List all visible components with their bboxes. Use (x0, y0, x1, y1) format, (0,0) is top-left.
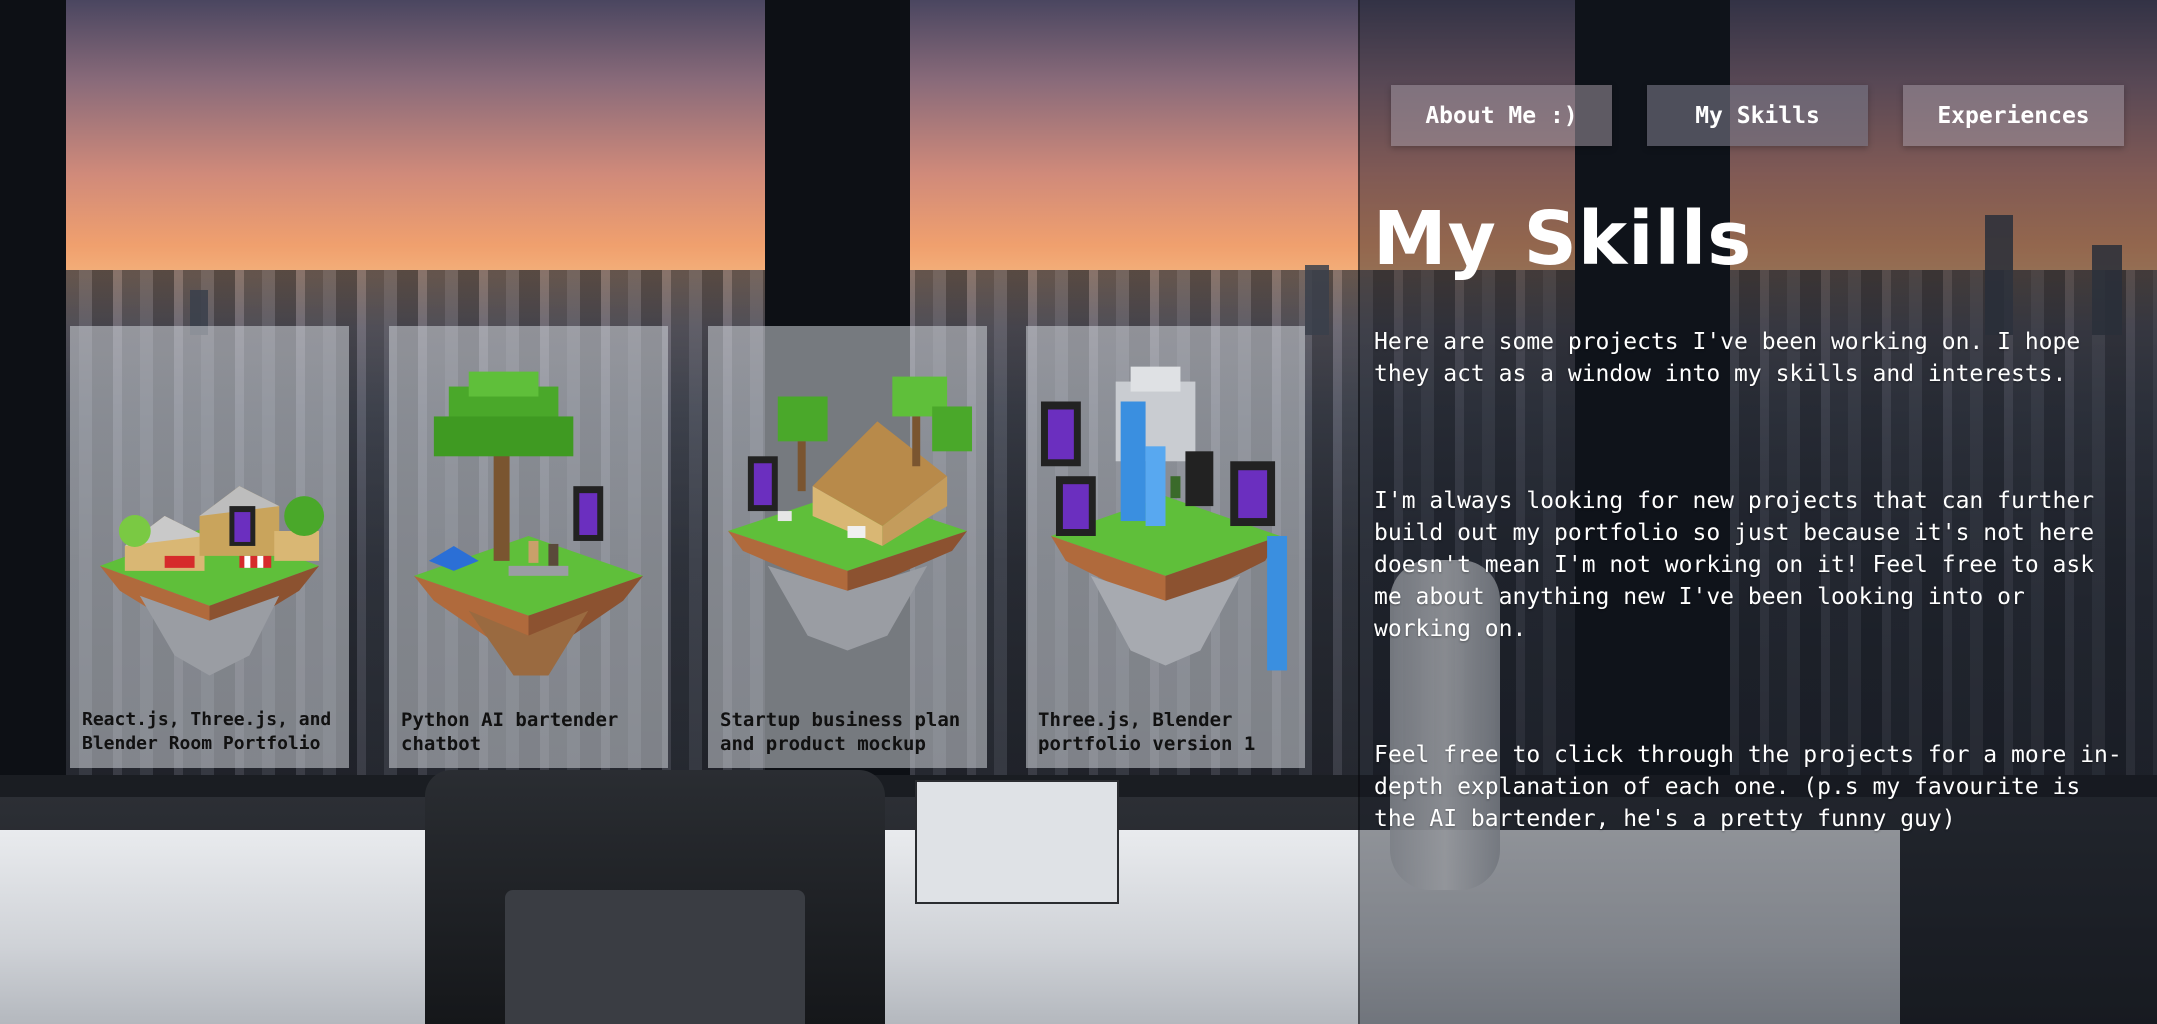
page-title: My Skills (1373, 196, 1753, 282)
click-hint-paragraph: Feel free to click through the projects … (1374, 742, 2122, 832)
project-caption: Startup business plan and product mockup (720, 709, 961, 755)
project-caption: Three.js, Blender portfolio version 1 (1038, 709, 1256, 755)
voxel-tree-island-image (399, 366, 658, 696)
office-chair-seat (505, 890, 805, 1024)
project-card-ai-bartender[interactable]: Python AI bartender chatbot (389, 326, 668, 768)
nav-experiences-button[interactable]: Experiences (1903, 85, 2124, 146)
project-caption: Python AI bartender chatbot (401, 709, 619, 755)
project-card-portfolio-v1[interactable]: Three.js, Blender portfolio version 1 (1026, 326, 1305, 768)
nav-about-button[interactable]: About Me :) (1391, 85, 1612, 146)
nav-skills-button[interactable]: My Skills (1647, 85, 1868, 146)
voxel-house-island-image (718, 366, 977, 696)
projects-note-paragraph: I'm always looking for new projects that… (1374, 488, 2095, 642)
project-card-startup-plan[interactable]: Startup business plan and product mockup (708, 326, 987, 768)
desk-drawer (915, 780, 1119, 904)
intro-paragraph: Here are some projects I've been working… (1374, 329, 2081, 387)
voxel-waterfall-island-image (1036, 366, 1295, 696)
voxel-village-island-image (80, 366, 339, 696)
project-card-room-portfolio[interactable]: React.js, Three.js, and Blender Room Por… (70, 326, 349, 768)
skyscraper (1305, 265, 1329, 335)
project-caption: React.js, Three.js, and Blender Room Por… (82, 709, 332, 754)
